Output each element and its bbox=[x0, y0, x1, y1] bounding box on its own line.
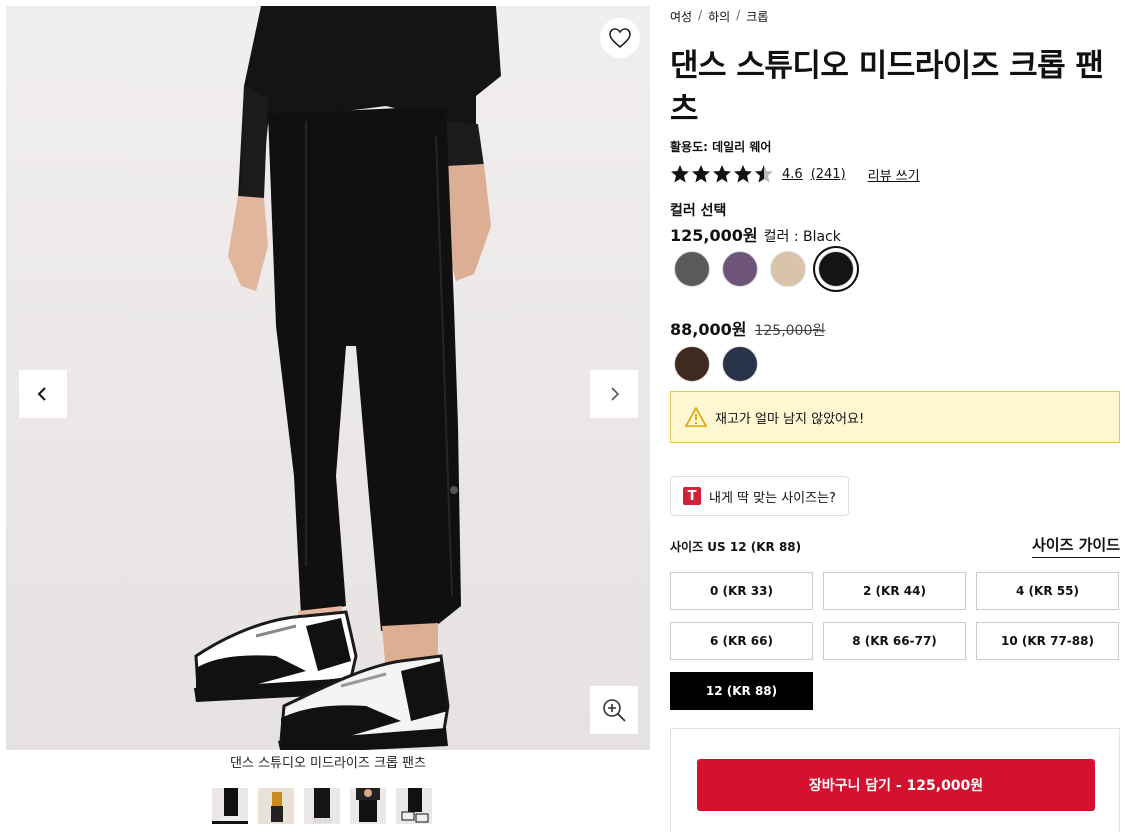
usage-label: 활용도: 데일리 웨어 bbox=[670, 140, 772, 154]
size-option-button[interactable]: 12 (KR 88) bbox=[670, 672, 813, 710]
breadcrumb-separator: / bbox=[698, 8, 703, 22]
size-option-button[interactable]: 2 (KR 44) bbox=[823, 572, 966, 610]
breadcrumb-item[interactable]: 하의 bbox=[708, 8, 730, 25]
rating-row: 4.6 (241) 리뷰 쓰기 bbox=[670, 164, 920, 184]
zoom-in-icon bbox=[603, 699, 626, 722]
sale-price: 88,000원 bbox=[670, 320, 747, 339]
warning-icon bbox=[685, 407, 707, 427]
star-icon bbox=[713, 165, 731, 183]
rating-score-link[interactable]: 4.6 bbox=[782, 167, 803, 182]
write-review-link[interactable]: 리뷰 쓰기 bbox=[868, 165, 920, 184]
color-swatch[interactable] bbox=[722, 251, 758, 287]
star-icon bbox=[734, 165, 752, 183]
prev-image-button[interactable] bbox=[19, 370, 67, 418]
star-icon bbox=[671, 165, 689, 183]
price-row: 125,000원 컬러 : Black bbox=[670, 222, 841, 246]
price: 125,000원 bbox=[670, 226, 758, 245]
model-illustration bbox=[194, 6, 501, 750]
stock-alert-text: 재고가 얼마 남지 않았어요! bbox=[715, 411, 865, 427]
original-price: 125,000원 bbox=[754, 323, 826, 339]
thumbnail[interactable] bbox=[212, 788, 248, 824]
color-swatch[interactable] bbox=[674, 251, 710, 287]
breadcrumb-item[interactable]: 크롭 bbox=[746, 8, 768, 25]
color-swatches bbox=[674, 251, 854, 287]
wishlist-button[interactable] bbox=[600, 18, 640, 58]
product-title: 댄스 스튜디오 미드라이즈 크롭 팬츠 bbox=[670, 48, 1104, 128]
next-image-button[interactable] bbox=[590, 370, 638, 418]
size-option-button[interactable]: 8 (KR 66-77) bbox=[823, 622, 966, 660]
size-option-button[interactable]: 4 (KR 55) bbox=[976, 572, 1119, 610]
size-recommend-label: 내게 딱 맞는 사이즈는? bbox=[709, 490, 836, 506]
product-gallery: 댄스 스튜디오 미드라이즈 크롭 팬츠 bbox=[6, 6, 650, 778]
fit-logo-icon: T bbox=[683, 487, 701, 505]
size-option-button[interactable]: 10 (KR 77-88) bbox=[976, 622, 1119, 660]
star-half-icon bbox=[755, 165, 773, 183]
chevron-right-icon bbox=[611, 387, 620, 401]
color-section-label: 컬러 선택 bbox=[670, 203, 727, 219]
star-icon bbox=[692, 165, 710, 183]
size-option-button[interactable]: 6 (KR 66) bbox=[670, 622, 813, 660]
add-to-cart-button[interactable]: 장바구니 담기 - 125,000원 bbox=[697, 759, 1095, 811]
color-swatch[interactable] bbox=[770, 251, 806, 287]
breadcrumb: 여성 / 하의 / 크롭 bbox=[670, 8, 768, 25]
selected-size-label: 사이즈 US 12 (KR 88) bbox=[670, 540, 802, 554]
star-rating bbox=[670, 164, 774, 184]
thumbnail[interactable] bbox=[396, 788, 432, 824]
color-swatch[interactable] bbox=[818, 251, 854, 287]
breadcrumb-item[interactable]: 여성 bbox=[670, 8, 692, 25]
heart-icon bbox=[609, 28, 631, 49]
stock-alert: 재고가 얼마 남지 않았어요! bbox=[670, 391, 1120, 443]
thumbnail[interactable] bbox=[350, 788, 386, 824]
size-recommend-button[interactable]: T 내게 딱 맞는 사이즈는? bbox=[670, 476, 849, 516]
size-options: 0 (KR 33) 2 (KR 44) 4 (KR 55) 6 (KR 66) 8 (K… bbox=[670, 572, 1120, 710]
review-count-link[interactable]: (241) bbox=[811, 167, 846, 182]
breadcrumb-separator: / bbox=[736, 8, 741, 22]
thumbnail-strip bbox=[212, 788, 432, 824]
chevron-left-icon bbox=[37, 387, 46, 401]
thumbnail[interactable] bbox=[304, 788, 340, 824]
size-guide-link[interactable]: 사이즈 가이드 bbox=[1031, 534, 1120, 558]
image-caption: 댄스 스튜디오 미드라이즈 크롭 팬츠 bbox=[6, 750, 650, 778]
color-swatch[interactable] bbox=[674, 346, 710, 382]
cart-section: 장바구니 담기 - 125,000원 bbox=[670, 728, 1120, 832]
thumbnail[interactable] bbox=[258, 788, 294, 824]
size-option-button[interactable]: 0 (KR 33) bbox=[670, 572, 813, 610]
zoom-button[interactable] bbox=[590, 686, 638, 734]
product-info-panel: 여성 / 하의 / 크롭 댄스 스튜디오 미드라이즈 크롭 팬츠 활용도: 데일… bbox=[670, 0, 1120, 832]
sale-price-row: 88,000원 125,000원 bbox=[670, 316, 825, 340]
selected-color-name: 컬러 : Black bbox=[763, 229, 841, 245]
sale-color-swatches bbox=[674, 346, 758, 382]
product-photo[interactable] bbox=[6, 6, 650, 750]
color-swatch[interactable] bbox=[722, 346, 758, 382]
